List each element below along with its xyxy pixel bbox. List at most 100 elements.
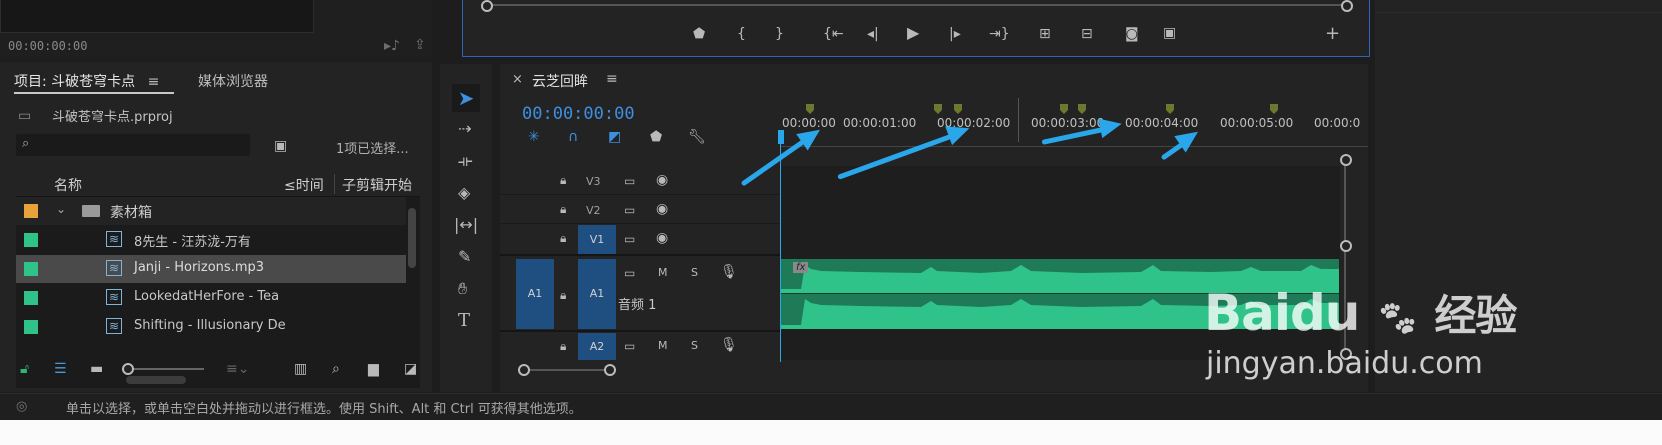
sync-lock-icon[interactable]: ▭: [624, 232, 635, 246]
ripple-edit-tool-icon[interactable]: ⟛: [458, 153, 473, 169]
paw-icon: 🐾︎: [1375, 299, 1419, 339]
scrub-end-handle[interactable]: [1341, 0, 1353, 12]
lock-open-icon[interactable]: 🔓︎: [20, 362, 29, 376]
folder-icon: [82, 205, 100, 217]
item-name: LookedatHerFore - Tea: [134, 289, 280, 304]
timeline-close-button[interactable]: ×: [512, 72, 523, 87]
audio-note-icon[interactable]: ▸♪: [384, 39, 400, 53]
list-horizontal-scrollbar[interactable]: [126, 376, 186, 384]
step-back-icon[interactable]: ◂|: [867, 27, 879, 41]
vscroll-handle-mid[interactable]: [1340, 240, 1352, 252]
track-label-v2[interactable]: V2: [586, 204, 601, 217]
hscroll-handle-right[interactable]: [604, 364, 616, 376]
lock-icon[interactable]: 🔒︎: [560, 339, 566, 353]
lock-icon[interactable]: 🔒︎: [560, 288, 566, 302]
camera-icon[interactable]: ◙: [1125, 27, 1139, 41]
list-item-folder[interactable]: ⌄ 素材箱: [16, 197, 406, 225]
find-icon[interactable]: ⌕: [332, 362, 340, 376]
track-label-a1[interactable]: A1: [578, 259, 616, 329]
sync-lock-icon[interactable]: ▭: [624, 266, 635, 280]
list-item[interactable]: ≋ Janji - Horizons.mp3: [16, 255, 406, 283]
automate-sequence-icon[interactable]: ▥: [294, 362, 307, 376]
hand-tool-icon[interactable]: ✋︎: [458, 281, 467, 297]
fx-badge[interactable]: fx: [793, 262, 809, 273]
track-label-a2[interactable]: A2: [578, 333, 616, 360]
razor-tool-icon[interactable]: ◈: [458, 185, 470, 201]
selection-tool-icon[interactable]: ➤: [452, 84, 480, 112]
status-bar: ◎ 单击以选择，或单击空白处并拖动以进行框选。使用 Shift、Alt 和 Ct…: [0, 393, 1662, 420]
zoom-slider[interactable]: [124, 368, 204, 370]
mark-in-icon[interactable]: {: [737, 27, 746, 41]
search-input[interactable]: ⌕: [16, 134, 250, 156]
go-to-in-icon[interactable]: {⇤: [823, 27, 844, 41]
step-forward-icon[interactable]: |▸: [949, 27, 961, 41]
mute-button[interactable]: M: [658, 266, 668, 279]
list-view-icon[interactable]: ☰: [54, 362, 67, 376]
pen-tool-icon[interactable]: ✎: [458, 249, 471, 265]
type-tool-icon[interactable]: T: [458, 312, 470, 330]
timeline-horizontal-scrollbar[interactable]: [522, 369, 610, 371]
solo-button[interactable]: S: [691, 339, 698, 352]
playhead-handle[interactable]: [778, 130, 784, 144]
sync-lock-icon[interactable]: ▭: [624, 174, 635, 188]
sync-lock-icon[interactable]: ▭: [624, 339, 635, 353]
add-marker-timeline-icon[interactable]: ⬟: [650, 130, 662, 144]
new-item-icon[interactable]: ◪: [404, 362, 417, 376]
column-name[interactable]: 名称: [54, 175, 82, 195]
wrench-settings-icon[interactable]: 🔧︎: [688, 130, 706, 144]
sync-lock-icon[interactable]: ▭: [624, 203, 635, 217]
list-item[interactable]: ≋ 8先生 - 汪苏泷-万有: [16, 226, 406, 254]
new-bin-search-icon[interactable]: ▣: [274, 139, 287, 153]
track-select-tool-icon[interactable]: ⇢: [458, 121, 471, 137]
vscroll-handle-top[interactable]: [1340, 154, 1352, 166]
mark-out-icon[interactable]: }: [775, 27, 784, 41]
solo-button[interactable]: S: [691, 266, 698, 279]
lift-icon[interactable]: ⊞: [1039, 27, 1051, 41]
add-button-icon[interactable]: +: [1325, 25, 1340, 43]
extract-icon[interactable]: ⊟: [1081, 27, 1093, 41]
microphone-icon[interactable]: 🎙︎: [720, 338, 738, 352]
track-label-v1[interactable]: V1: [578, 225, 616, 254]
snap-magnet-icon[interactable]: ∩: [568, 130, 578, 144]
icon-view-icon[interactable]: ▬: [90, 362, 103, 376]
nest-sequence-icon[interactable]: ✳: [528, 130, 540, 144]
new-bin-icon[interactable]: ▆: [368, 362, 379, 376]
lock-icon[interactable]: 🔒︎: [560, 231, 566, 245]
column-subclip-start[interactable]: 子剪辑开始: [342, 175, 412, 195]
eye-icon[interactable]: ◉: [656, 202, 668, 216]
playhead-line[interactable]: [780, 130, 781, 362]
lock-icon[interactable]: 🔒︎: [560, 202, 566, 216]
selection-status: 1项已选择...: [336, 142, 409, 157]
list-item[interactable]: ≋ Shifting - Illusionary De: [16, 313, 406, 341]
item-color-label: [24, 233, 38, 247]
microphone-icon[interactable]: 🎙︎: [720, 265, 738, 279]
column-time[interactable]: ≤时间: [284, 175, 324, 195]
comparison-view-icon[interactable]: ▣: [1163, 26, 1176, 40]
add-marker-icon[interactable]: ⬟: [693, 27, 705, 41]
source-patch-a1[interactable]: A1: [516, 259, 554, 329]
expand-chevron-icon[interactable]: ⌄: [56, 202, 66, 216]
tab-media-browser[interactable]: 媒体浏览器: [198, 71, 268, 91]
scrub-start-handle[interactable]: [481, 0, 493, 12]
track-label-v3[interactable]: V3: [586, 175, 601, 188]
sort-icon[interactable]: ≡⌄: [226, 362, 249, 376]
slip-tool-icon[interactable]: |↔|: [454, 217, 478, 233]
timeline-timecode[interactable]: 00:00:00:00: [522, 104, 635, 124]
sequence-tab-title[interactable]: 云芝回眸: [532, 71, 588, 91]
list-vertical-scrollbar[interactable]: [408, 208, 416, 268]
go-to-out-icon[interactable]: ⇥}: [989, 27, 1010, 41]
list-item[interactable]: ≋ LookedatHerFore - Tea: [16, 284, 406, 312]
play-icon[interactable]: ▶: [907, 25, 919, 41]
hscroll-handle-left[interactable]: [518, 364, 530, 376]
tab-project[interactable]: 项目: 斗破苍穹卡点 ≡: [14, 71, 159, 91]
eye-icon[interactable]: ◉: [656, 231, 668, 245]
program-scrub-bar[interactable]: [485, 4, 1347, 6]
zoom-slider-handle[interactable]: [122, 363, 134, 375]
lock-icon[interactable]: 🔒︎: [560, 173, 566, 187]
eye-icon[interactable]: ◉: [656, 173, 668, 187]
mute-button[interactable]: M: [658, 339, 668, 352]
linked-selection-icon[interactable]: ◩: [608, 130, 621, 144]
sequence-menu-icon[interactable]: ≡: [606, 71, 618, 87]
panel-menu-icon[interactable]: ≡: [148, 74, 160, 90]
export-frame-icon[interactable]: ⇪: [414, 38, 426, 52]
